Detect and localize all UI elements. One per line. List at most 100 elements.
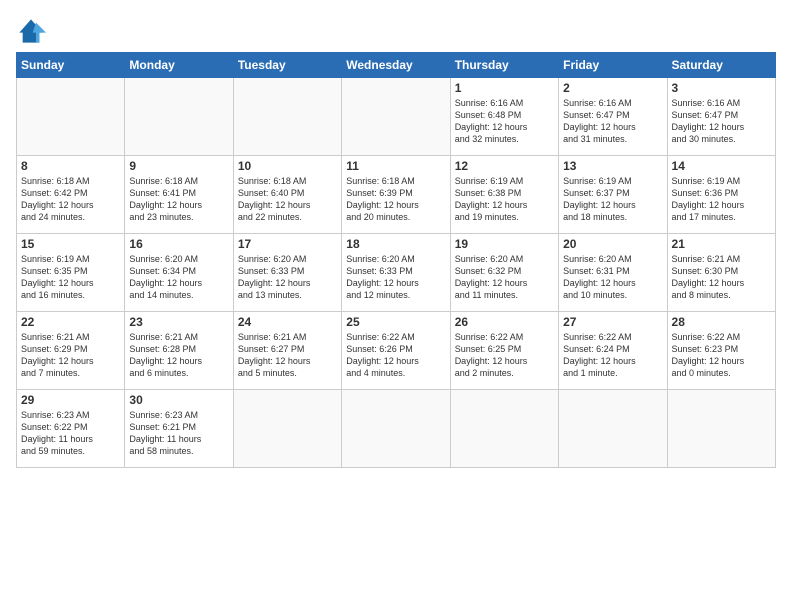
calendar-cell (233, 390, 341, 468)
calendar-cell: 8Sunrise: 6:18 AMSunset: 6:42 PMDaylight… (17, 156, 125, 234)
day-info: Sunrise: 6:20 AMSunset: 6:32 PMDaylight:… (455, 253, 554, 302)
day-info: Sunrise: 6:19 AMSunset: 6:36 PMDaylight:… (672, 175, 771, 224)
day-info: Sunrise: 6:23 AMSunset: 6:22 PMDaylight:… (21, 409, 120, 458)
day-number: 18 (346, 237, 445, 251)
day-number: 12 (455, 159, 554, 173)
calendar-cell: 2 Sunrise: 6:16 AMSunset: 6:47 PMDaylight… (559, 78, 667, 156)
day-info: Sunrise: 6:16 AMSunset: 6:47 PMDaylight:… (563, 97, 662, 146)
calendar-cell: 3 Sunrise: 6:16 AMSunset: 6:47 PMDaylight… (667, 78, 775, 156)
calendar-cell: 27Sunrise: 6:22 AMSunset: 6:24 PMDayligh… (559, 312, 667, 390)
day-info: Sunrise: 6:20 AMSunset: 6:33 PMDaylight:… (346, 253, 445, 302)
day-number: 20 (563, 237, 662, 251)
day-number: 9 (129, 159, 228, 173)
calendar-cell: 17 Sunrise: 6:20 AMSunset: 6:33 PMDayligh… (233, 234, 341, 312)
column-header-monday: Monday (125, 53, 233, 78)
calendar-cell: 12 Sunrise: 6:19 AMSunset: 6:38 PMDayligh… (450, 156, 558, 234)
day-info: Sunrise: 6:20 AMSunset: 6:31 PMDaylight:… (563, 253, 662, 302)
day-info: Sunrise: 6:22 AMSunset: 6:24 PMDaylight:… (563, 331, 662, 380)
day-number: 22 (21, 315, 120, 329)
day-number: 2 (563, 81, 662, 95)
calendar-cell (17, 78, 125, 156)
column-header-thursday: Thursday (450, 53, 558, 78)
calendar-cell (667, 390, 775, 468)
calendar-table: SundayMondayTuesdayWednesdayThursdayFrid… (16, 52, 776, 468)
day-number: 29 (21, 393, 120, 407)
day-info: Sunrise: 6:23 AMSunset: 6:21 PMDaylight:… (129, 409, 228, 458)
calendar-cell: 22 Sunrise: 6:21 AMSunset: 6:29 PMDayligh… (17, 312, 125, 390)
calendar-cell: 18 Sunrise: 6:20 AMSunset: 6:33 PMDayligh… (342, 234, 450, 312)
day-number: 1 (455, 81, 554, 95)
calendar-cell: 15 Sunrise: 6:19 AMSunset: 6:35 PMDayligh… (17, 234, 125, 312)
calendar-cell (342, 78, 450, 156)
logo (16, 16, 50, 46)
day-number: 24 (238, 315, 337, 329)
day-info: Sunrise: 6:22 AMSunset: 6:23 PMDaylight:… (672, 331, 771, 380)
day-number: 17 (238, 237, 337, 251)
day-number: 25 (346, 315, 445, 329)
calendar-cell: 11 Sunrise: 6:18 AMSunset: 6:39 PMDayligh… (342, 156, 450, 234)
day-info: Sunrise: 6:21 AMSunset: 6:29 PMDaylight:… (21, 331, 120, 380)
day-number: 26 (455, 315, 554, 329)
calendar-cell: 10 Sunrise: 6:18 AMSunset: 6:40 PMDayligh… (233, 156, 341, 234)
day-info: Sunrise: 6:20 AMSunset: 6:34 PMDaylight:… (129, 253, 228, 302)
calendar-cell: 23 Sunrise: 6:21 AMSunset: 6:28 PMDayligh… (125, 312, 233, 390)
calendar-cell: 13 Sunrise: 6:19 AMSunset: 6:37 PMDayligh… (559, 156, 667, 234)
day-info: Sunrise: 6:18 AMSunset: 6:41 PMDaylight:… (129, 175, 228, 224)
calendar-cell: 16 Sunrise: 6:20 AMSunset: 6:34 PMDayligh… (125, 234, 233, 312)
calendar-cell: 1 Sunrise: 6:16 AMSunset: 6:48 PMDaylight… (450, 78, 558, 156)
day-number: 11 (346, 159, 445, 173)
calendar-cell: 21Sunrise: 6:21 AMSunset: 6:30 PMDayligh… (667, 234, 775, 312)
calendar-cell: 14 Sunrise: 6:19 AMSunset: 6:36 PMDayligh… (667, 156, 775, 234)
day-info: Sunrise: 6:22 AMSunset: 6:26 PMDaylight:… (346, 331, 445, 380)
day-number: 10 (238, 159, 337, 173)
day-number: 14 (672, 159, 771, 173)
column-header-tuesday: Tuesday (233, 53, 341, 78)
day-info: Sunrise: 6:18 AMSunset: 6:40 PMDaylight:… (238, 175, 337, 224)
column-header-sunday: Sunday (17, 53, 125, 78)
calendar-cell (342, 390, 450, 468)
day-number: 28 (672, 315, 771, 329)
day-info: Sunrise: 6:19 AMSunset: 6:37 PMDaylight:… (563, 175, 662, 224)
calendar-cell: 26 Sunrise: 6:22 AMSunset: 6:25 PMDayligh… (450, 312, 558, 390)
calendar-cell: 28 Sunrise: 6:22 AMSunset: 6:23 PMDayligh… (667, 312, 775, 390)
day-info: Sunrise: 6:19 AMSunset: 6:38 PMDaylight:… (455, 175, 554, 224)
calendar-week-0: 1 Sunrise: 6:16 AMSunset: 6:48 PMDaylight… (17, 78, 776, 156)
calendar-cell (125, 78, 233, 156)
logo-icon (16, 16, 46, 46)
day-info: Sunrise: 6:21 AMSunset: 6:27 PMDaylight:… (238, 331, 337, 380)
calendar-week-4: 29 Sunrise: 6:23 AMSunset: 6:22 PMDayligh… (17, 390, 776, 468)
day-number: 30 (129, 393, 228, 407)
day-info: Sunrise: 6:16 AMSunset: 6:47 PMDaylight:… (672, 97, 771, 146)
day-info: Sunrise: 6:21 AMSunset: 6:30 PMDaylight:… (672, 253, 771, 302)
calendar-cell (450, 390, 558, 468)
column-header-saturday: Saturday (667, 53, 775, 78)
day-number: 16 (129, 237, 228, 251)
day-number: 13 (563, 159, 662, 173)
calendar-week-1: 8Sunrise: 6:18 AMSunset: 6:42 PMDaylight… (17, 156, 776, 234)
day-info: Sunrise: 6:21 AMSunset: 6:28 PMDaylight:… (129, 331, 228, 380)
calendar-cell: 9 Sunrise: 6:18 AMSunset: 6:41 PMDaylight… (125, 156, 233, 234)
calendar-week-3: 22 Sunrise: 6:21 AMSunset: 6:29 PMDayligh… (17, 312, 776, 390)
column-header-friday: Friday (559, 53, 667, 78)
calendar-cell: 30 Sunrise: 6:23 AMSunset: 6:21 PMDayligh… (125, 390, 233, 468)
day-info: Sunrise: 6:18 AMSunset: 6:39 PMDaylight:… (346, 175, 445, 224)
day-number: 3 (672, 81, 771, 95)
calendar-cell: 25 Sunrise: 6:22 AMSunset: 6:26 PMDayligh… (342, 312, 450, 390)
column-header-wednesday: Wednesday (342, 53, 450, 78)
header-row: SundayMondayTuesdayWednesdayThursdayFrid… (17, 53, 776, 78)
header (16, 16, 776, 46)
calendar-cell: 24 Sunrise: 6:21 AMSunset: 6:27 PMDayligh… (233, 312, 341, 390)
day-info: Sunrise: 6:18 AMSunset: 6:42 PMDaylight:… (21, 175, 120, 224)
day-info: Sunrise: 6:20 AMSunset: 6:33 PMDaylight:… (238, 253, 337, 302)
calendar-cell: 20 Sunrise: 6:20 AMSunset: 6:31 PMDayligh… (559, 234, 667, 312)
calendar-cell (559, 390, 667, 468)
day-info: Sunrise: 6:22 AMSunset: 6:25 PMDaylight:… (455, 331, 554, 380)
day-info: Sunrise: 6:19 AMSunset: 6:35 PMDaylight:… (21, 253, 120, 302)
calendar-cell: 19Sunrise: 6:20 AMSunset: 6:32 PMDayligh… (450, 234, 558, 312)
day-number: 23 (129, 315, 228, 329)
calendar-cell: 29 Sunrise: 6:23 AMSunset: 6:22 PMDayligh… (17, 390, 125, 468)
calendar-week-2: 15 Sunrise: 6:19 AMSunset: 6:35 PMDayligh… (17, 234, 776, 312)
calendar-page: SundayMondayTuesdayWednesdayThursdayFrid… (0, 0, 792, 478)
day-info: Sunrise: 6:16 AMSunset: 6:48 PMDaylight:… (455, 97, 554, 146)
day-number: 15 (21, 237, 120, 251)
